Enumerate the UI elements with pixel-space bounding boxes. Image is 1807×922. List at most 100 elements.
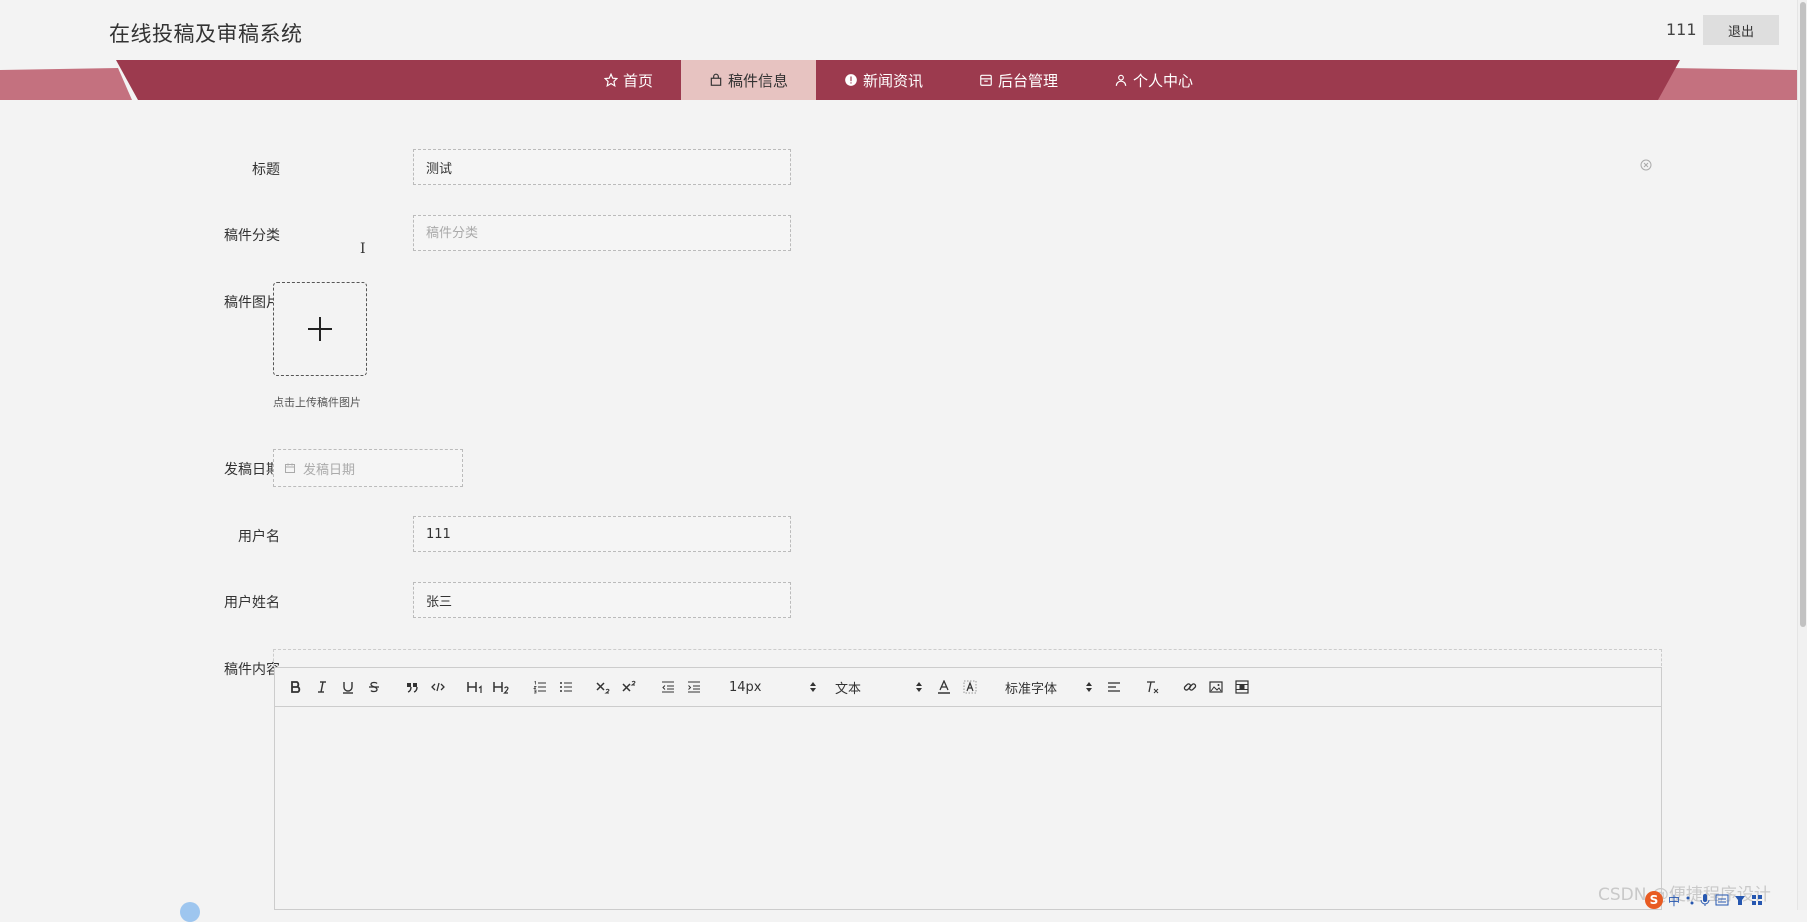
realname-input[interactable] <box>413 582 791 618</box>
logout-button[interactable]: 退出 <box>1703 15 1779 45</box>
indent-icon <box>688 681 700 693</box>
star-icon <box>603 73 618 87</box>
ime-toolbar: S 中 <box>1645 890 1763 910</box>
outdent-button[interactable] <box>655 674 681 700</box>
blockquote-button[interactable] <box>399 674 425 700</box>
username-input[interactable] <box>413 516 791 552</box>
rich-text-editor: 14px 文本 标准字体 <box>274 667 1662 910</box>
heading1-icon <box>467 682 482 693</box>
ordered-list-icon <box>533 680 546 694</box>
code-icon <box>431 682 445 692</box>
nav-item-admin[interactable]: 后台管理 <box>951 60 1086 100</box>
nav-item-home[interactable]: 首页 <box>576 60 681 100</box>
bullet-list-button[interactable] <box>553 674 579 700</box>
underline-button[interactable] <box>335 674 361 700</box>
font-size-select[interactable]: 14px <box>719 674 817 700</box>
select-arrows-icon <box>1086 682 1092 692</box>
code-block-button[interactable] <box>425 674 451 700</box>
h2-button[interactable] <box>489 674 515 700</box>
content-label: 稿件内容 <box>224 662 280 678</box>
date-picker-input[interactable]: 发稿日期 <box>273 449 463 487</box>
header-value: 文本 <box>835 681 862 697</box>
image-upload-button[interactable] <box>273 282 367 376</box>
text-cursor-icon: I <box>360 241 366 257</box>
strike-button[interactable] <box>361 674 387 700</box>
indent-button[interactable] <box>681 674 707 700</box>
quote-icon <box>407 683 418 693</box>
calendar-icon <box>285 463 295 473</box>
punctuation-icon[interactable] <box>1685 895 1695 905</box>
underline-icon <box>343 682 353 694</box>
microphone-icon[interactable] <box>1700 893 1710 907</box>
align-left-icon <box>1108 682 1120 692</box>
realname-label: 用户姓名 <box>224 595 280 611</box>
user-icon <box>1115 74 1127 86</box>
video-icon <box>1235 680 1249 694</box>
bullet-list-icon <box>560 682 572 692</box>
background-color-icon <box>963 680 977 694</box>
select-arrows-icon <box>810 682 816 692</box>
grid-icon[interactable] <box>1751 894 1763 906</box>
superscript-icon <box>622 680 636 692</box>
align-button[interactable] <box>1101 674 1127 700</box>
link-button[interactable] <box>1177 674 1203 700</box>
nav-item-label: 新闻资讯 <box>862 71 923 90</box>
top-bar: 在线投稿及审稿系统 111 退出 <box>0 0 1807 60</box>
category-input[interactable] <box>413 215 791 251</box>
heading2-icon <box>493 682 509 694</box>
clear-format-icon <box>1147 681 1159 694</box>
scrollbar-thumb[interactable] <box>1800 2 1806 627</box>
select-arrows-icon <box>916 682 922 692</box>
editor-frame <box>273 649 1662 666</box>
page-scrollbar[interactable] <box>1797 0 1807 910</box>
skin-icon[interactable] <box>1734 894 1746 906</box>
plus-icon <box>308 317 332 341</box>
title-label: 标题 <box>252 162 280 178</box>
archive-icon <box>980 74 992 86</box>
ime-mode[interactable]: 中 <box>1668 892 1680 909</box>
header-select[interactable]: 文本 <box>825 674 923 700</box>
image-icon <box>1209 681 1223 693</box>
main-nav: 首页 稿件信息 新闻资讯 后台管理 个人中心 <box>0 60 1797 100</box>
bold-icon <box>291 681 301 693</box>
nav-item-profile[interactable]: 个人中心 <box>1086 60 1221 100</box>
circle-close-icon[interactable] <box>1640 159 1652 171</box>
title-input[interactable] <box>413 149 791 185</box>
video-button[interactable] <box>1229 674 1255 700</box>
date-placeholder: 发稿日期 <box>303 462 356 478</box>
category-label: 稿件分类 <box>224 228 280 244</box>
editor-content-area[interactable] <box>275 707 1661 909</box>
italic-button[interactable] <box>309 674 335 700</box>
italic-icon <box>318 681 326 693</box>
nav-item-label: 个人中心 <box>1133 71 1194 90</box>
font-color-button[interactable] <box>931 674 957 700</box>
clear-format-button[interactable] <box>1139 674 1165 700</box>
keyboard-icon[interactable] <box>1715 894 1729 906</box>
superscript-button[interactable] <box>617 674 643 700</box>
image-button[interactable] <box>1203 674 1229 700</box>
current-user-name: 111 <box>1666 20 1697 39</box>
nav-item-manuscripts[interactable]: 稿件信息 <box>680 60 816 100</box>
ime-logo-icon[interactable]: S <box>1645 891 1663 909</box>
link-icon <box>1183 683 1197 691</box>
font-size-value: 14px <box>729 679 762 695</box>
nav-item-label: 后台管理 <box>998 71 1059 90</box>
subscript-button[interactable] <box>591 674 617 700</box>
font-family-value: 标准字体 <box>1005 681 1058 697</box>
font-family-select[interactable]: 标准字体 <box>995 674 1093 700</box>
site-title: 在线投稿及审稿系统 <box>109 22 303 46</box>
bold-button[interactable] <box>283 674 309 700</box>
floating-helper-icon[interactable] <box>180 902 200 922</box>
strikethrough-icon <box>369 681 379 693</box>
bag-icon <box>710 73 722 86</box>
ordered-list-button[interactable] <box>527 674 553 700</box>
nav-item-label: 首页 <box>622 71 653 90</box>
editor-toolbar: 14px 文本 标准字体 <box>275 668 1661 707</box>
nav-item-label: 稿件信息 <box>727 71 788 90</box>
background-color-button[interactable] <box>957 674 983 700</box>
alert-circle-icon <box>845 74 857 86</box>
nav-item-news[interactable]: 新闻资讯 <box>816 60 951 100</box>
font-color-icon <box>938 680 950 694</box>
h1-button[interactable] <box>463 674 489 700</box>
image-label: 稿件图片 <box>224 295 280 311</box>
